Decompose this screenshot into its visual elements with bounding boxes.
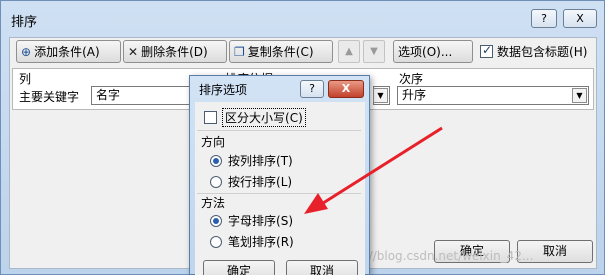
header-checkbox[interactable]	[480, 43, 493, 58]
add-condition-button[interactable]: ⊕ 添加条件 (A)	[16, 40, 121, 63]
options-close-button[interactable]: X	[328, 80, 364, 98]
dialog-title: 排序	[11, 15, 38, 30]
divider	[197, 130, 361, 131]
move-up-button[interactable]: ▲	[338, 40, 360, 63]
radio-sort-by-row[interactable]: 按行排序 (L)	[210, 173, 292, 190]
radio-alphabetical[interactable]: 字母排序 (S)	[210, 212, 293, 229]
case-sensitive-label: 区分大小写(C)	[222, 108, 306, 127]
options-dialog-body: 区分大小写(C) 方向 按列排序 (T) 按行排序 (L) 方法 字母排序 (S…	[195, 102, 365, 275]
delete-x-icon: ✕	[128, 44, 139, 59]
column-header-order: 次序	[399, 72, 424, 86]
options-cancel-button[interactable]: 取消	[286, 260, 358, 275]
options-button[interactable]: 选项 (O)...	[393, 40, 473, 63]
direction-group-label: 方向	[201, 135, 226, 149]
up-arrow-icon: ▲	[345, 46, 353, 57]
case-sensitive-row[interactable]: 区分大小写(C)	[204, 108, 306, 127]
radio-button[interactable]	[210, 214, 222, 227]
close-button[interactable]: X	[563, 9, 597, 28]
move-down-button[interactable]: ▼	[363, 40, 385, 63]
sort-options-dialog: 排序选项 ? X 区分大小写(C) 方向 按列排序 (T) 按行排序 (L) 方…	[189, 75, 370, 275]
title-bar: 排序 ? X	[1, 1, 604, 37]
radio-button[interactable]	[210, 235, 222, 248]
delete-condition-button[interactable]: ✕ 删除条件 (D)	[123, 40, 227, 63]
sort-on-select[interactable]: ▼	[373, 86, 390, 105]
header-checkbox-row[interactable]: 数据包含标题 (H)	[480, 43, 587, 60]
down-arrow-icon: ▼	[370, 46, 378, 57]
chevron-down-icon: ▼	[572, 88, 587, 103]
help-button[interactable]: ?	[531, 9, 557, 28]
options-help-button[interactable]: ?	[300, 80, 324, 98]
radio-sort-by-column[interactable]: 按列排序 (T)	[210, 152, 293, 169]
column-header-col: 列	[19, 72, 32, 86]
copy-condition-button[interactable]: ❐ 复制条件 (C)	[229, 40, 333, 63]
order-select[interactable]: 升序 ▼	[397, 86, 589, 105]
column-select[interactable]: 名字	[91, 86, 201, 105]
primary-key-label: 主要关键字	[19, 90, 80, 104]
copy-icon: ❐	[234, 44, 245, 59]
case-sensitive-checkbox[interactable]	[204, 111, 217, 124]
radio-stroke-order[interactable]: 笔划排序 (R)	[210, 233, 294, 250]
chevron-down-icon: ▼	[373, 88, 388, 103]
method-group-label: 方法	[201, 196, 226, 210]
options-ok-button[interactable]: 确定	[203, 260, 275, 275]
options-dialog-title: 排序选项	[199, 83, 248, 97]
add-level-icon: ⊕	[21, 44, 32, 59]
radio-button[interactable]	[210, 154, 222, 167]
radio-button[interactable]	[210, 175, 222, 188]
